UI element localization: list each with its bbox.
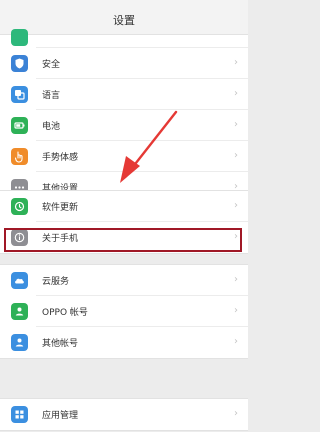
settings-item-language[interactable]: 语言 › — [0, 79, 248, 110]
settings-item-battery[interactable]: 电池 › — [0, 110, 248, 141]
settings-item-label: 手势体感 — [42, 153, 79, 163]
settings-item-other-accounts[interactable]: 其他帐号 › — [0, 327, 248, 358]
settings-item-label: 安全 — [42, 60, 61, 70]
cloud-icon — [11, 272, 28, 289]
chevron-right-icon: › — [234, 274, 238, 285]
chevron-right-icon: › — [234, 150, 238, 161]
settings-item-cloud-service[interactable]: 云服务 › — [0, 265, 248, 296]
language-icon — [11, 86, 28, 103]
battery-icon — [11, 117, 28, 134]
chevron-right-icon: › — [234, 336, 238, 347]
settings-item-label: 云服务 — [42, 277, 70, 287]
settings-group-accounts: 云服务 › OPPO 帐号 › 其他帐号 › — [0, 264, 248, 359]
page-title: 设置 — [113, 14, 135, 27]
update-icon — [11, 198, 28, 215]
settings-item-oppo-account[interactable]: OPPO 帐号 › — [0, 296, 248, 327]
settings-item-label: 应用管理 — [42, 411, 79, 421]
navigation-bar: 设置 — [0, 0, 248, 35]
apps-icon — [11, 406, 28, 423]
settings-item-label: OPPO 帐号 — [42, 308, 88, 318]
settings-item-app-management[interactable]: 应用管理 › — [0, 399, 248, 430]
settings-item-label: 其他帐号 — [42, 339, 79, 349]
gesture-icon — [11, 148, 28, 165]
settings-item-label: 语言 — [42, 91, 61, 101]
settings-item-gesture[interactable]: 手势体感 › — [0, 141, 248, 172]
settings-item-label: 电池 — [42, 122, 61, 132]
chevron-right-icon: › — [234, 119, 238, 130]
shield-icon — [11, 55, 28, 72]
user-icon — [11, 334, 28, 351]
settings-item-label: 软件更新 — [42, 203, 79, 213]
settings-item-partial[interactable] — [0, 29, 248, 48]
settings-screen: 设置 安全 › 语言 › 电池 › 手势体感 › 其他设置 › 软件更新 › 关… — [0, 0, 248, 432]
chevron-right-icon: › — [234, 408, 238, 419]
chevron-right-icon: › — [234, 88, 238, 99]
chevron-right-icon: › — [234, 305, 238, 316]
settings-group-general: 安全 › 语言 › 电池 › 手势体感 › 其他设置 › — [0, 29, 248, 204]
chevron-right-icon: › — [234, 200, 238, 211]
account-icon — [11, 303, 28, 320]
settings-item-security[interactable]: 安全 › — [0, 48, 248, 79]
annotation-highlight-box — [4, 228, 242, 252]
settings-group-apps: 应用管理 › — [0, 398, 248, 431]
chevron-right-icon: › — [234, 57, 238, 68]
settings-item-software-update[interactable]: 软件更新 › — [0, 191, 248, 222]
partial-green-icon — [11, 29, 28, 46]
